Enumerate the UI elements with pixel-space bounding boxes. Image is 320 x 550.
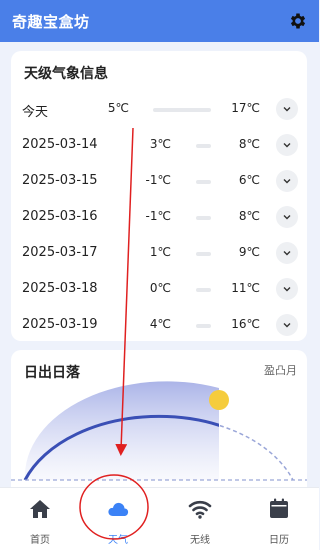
chevron-down-icon (283, 143, 291, 148)
temp-range-bar (153, 108, 211, 112)
forecast-row[interactable]: 2025-03-16 -1℃ 8℃ (11, 199, 307, 235)
row-high-temp: 9℃ (238, 245, 260, 259)
nav-wireless[interactable]: 无线 (160, 488, 240, 550)
chevron-down-icon (283, 251, 291, 256)
row-high-temp: 16℃ (231, 317, 260, 331)
row-low-temp: 5℃ (107, 101, 129, 115)
wifi-icon (188, 500, 212, 519)
row-expand-button[interactable] (276, 206, 298, 228)
chevron-down-icon (283, 179, 291, 184)
temp-range-bar (196, 180, 211, 184)
row-expand-button[interactable] (276, 278, 298, 300)
temp-range-bar (196, 252, 211, 256)
temp-range-bar (196, 216, 211, 220)
forecast-row-today[interactable]: 今天 5℃ 17℃ (11, 91, 307, 127)
sunrise-sunset-card: 日出日落 盈凸月 (11, 350, 307, 500)
row-expand-button[interactable] (276, 242, 298, 264)
row-expand-button[interactable] (276, 170, 298, 192)
chevron-down-icon (283, 287, 291, 292)
row-date: 2025-03-17 (22, 245, 98, 260)
calendar-icon (270, 498, 288, 518)
row-date: 2025-03-15 (22, 173, 98, 188)
weather-card-title: 天级气象信息 (24, 66, 108, 82)
row-high-temp: 8℃ (238, 137, 260, 151)
row-low-temp: 1℃ (149, 245, 171, 259)
forecast-row[interactable]: 2025-03-18 0℃ 11℃ (11, 271, 307, 307)
nav-home-label: 首页 (30, 535, 50, 546)
row-date: 今天 (22, 105, 49, 120)
row-high-temp: 6℃ (238, 173, 260, 187)
bottom-nav: 首页 天气 无线 日历 (0, 487, 319, 550)
row-expand-button[interactable] (276, 98, 298, 120)
nav-weather-label: 天气 (108, 535, 128, 546)
nav-weather[interactable]: 天气 (78, 488, 158, 550)
row-high-temp: 11℃ (231, 281, 260, 295)
row-date: 2025-03-18 (22, 281, 98, 296)
forecast-row[interactable]: 2025-03-19 4℃ 16℃ (11, 307, 307, 343)
forecast-row[interactable]: 2025-03-17 1℃ 9℃ (11, 235, 307, 271)
row-expand-button[interactable] (276, 314, 298, 336)
row-low-temp: 3℃ (149, 137, 171, 151)
nav-calendar-label: 日历 (269, 535, 289, 546)
gear-icon (290, 13, 306, 29)
row-low-temp: -1℃ (145, 209, 171, 223)
weather-card: 天级气象信息 今天 5℃ 17℃ 2025-03-14 3℃ 8℃ 2025-0… (11, 51, 307, 341)
row-low-temp: -1℃ (145, 173, 171, 187)
forecast-row[interactable]: 2025-03-14 3℃ 8℃ (11, 127, 307, 163)
row-low-temp: 0℃ (149, 281, 171, 295)
row-high-temp: 8℃ (238, 209, 260, 223)
moon-phase-label: 盈凸月 (264, 364, 297, 377)
app-title: 奇趣宝盒坊 (12, 13, 90, 31)
chevron-down-icon (283, 215, 291, 220)
home-icon (30, 500, 50, 518)
forecast-row[interactable]: 2025-03-15 -1℃ 6℃ (11, 163, 307, 199)
sun-card-title: 日出日落 (24, 365, 80, 381)
row-date: 2025-03-16 (22, 209, 98, 224)
nav-wireless-label: 无线 (190, 535, 210, 546)
temp-range-bar (196, 324, 211, 328)
row-expand-button[interactable] (276, 134, 298, 156)
cloud-icon (108, 502, 129, 516)
row-low-temp: 4℃ (149, 317, 171, 331)
nav-calendar[interactable]: 日历 (239, 488, 319, 550)
row-date: 2025-03-14 (22, 137, 98, 152)
row-high-temp: 17℃ (231, 101, 260, 115)
row-date: 2025-03-19 (22, 317, 98, 332)
temp-range-bar (196, 288, 211, 292)
app-bar: 奇趣宝盒坊 (0, 0, 319, 42)
nav-home[interactable]: 首页 (0, 488, 80, 550)
sun-icon (209, 390, 229, 410)
temp-range-bar (196, 144, 211, 148)
elapsed-daylight-area (24, 381, 219, 480)
settings-button[interactable] (287, 10, 309, 32)
chevron-down-icon (283, 323, 291, 328)
chevron-down-icon (283, 107, 291, 112)
